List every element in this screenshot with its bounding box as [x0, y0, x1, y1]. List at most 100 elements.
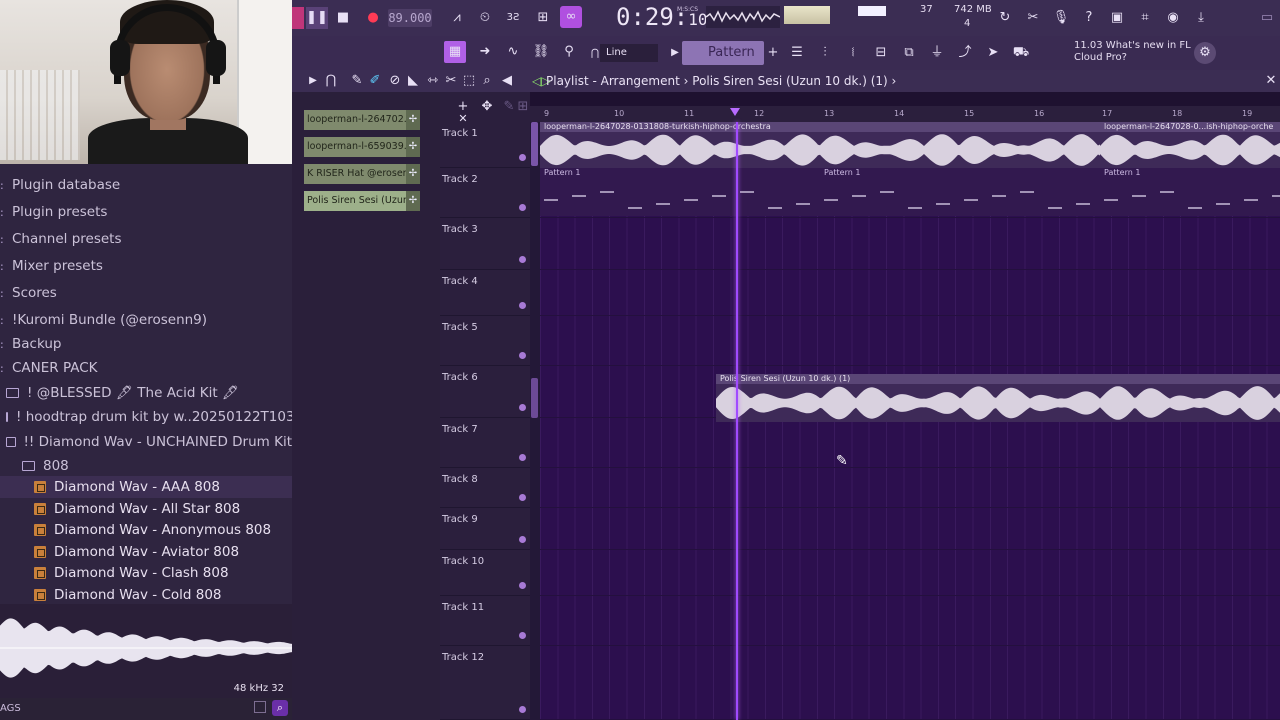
track-header[interactable]: Track 11: [440, 596, 530, 646]
plugin-icon[interactable]: ⌗: [1134, 7, 1156, 29]
record-icon[interactable]: ●: [362, 7, 384, 29]
track-mute-led[interactable]: [519, 536, 526, 543]
playlist-icon[interactable]: ☰: [786, 42, 808, 64]
download-icon[interactable]: ⤓: [1190, 7, 1212, 29]
picker-clip[interactable]: looperman-l-659039... ✢: [304, 137, 420, 157]
pause-icon[interactable]: ❚❚: [306, 7, 328, 29]
browser-item[interactable]: : Plugin presets: [0, 201, 292, 223]
news-panel[interactable]: 11.03 What's new in FL Cloud Pro?: [1074, 40, 1191, 64]
pattern-clip[interactable]: Pattern 1: [1100, 168, 1280, 216]
track-lane[interactable]: [540, 218, 1280, 270]
playhead[interactable]: [736, 122, 738, 720]
templates-icon[interactable]: ⧉: [898, 42, 920, 64]
track-header[interactable]: Track 4: [440, 270, 530, 316]
track-mute-led[interactable]: [519, 154, 526, 161]
browser-item[interactable]: : Backup: [0, 333, 292, 355]
browser-item[interactable]: Diamond Wav - AAA 808: [0, 476, 292, 498]
track-mute-led[interactable]: [519, 204, 526, 211]
paint-icon[interactable]: ✐: [364, 70, 386, 92]
track-lane[interactable]: [540, 270, 1280, 316]
track-mute-led[interactable]: [519, 256, 526, 263]
piano-roll-icon[interactable]: ⫶: [814, 42, 836, 64]
track-lane[interactable]: [540, 468, 1280, 508]
menu-edge[interactable]: [292, 7, 304, 29]
browser-item[interactable]: !! Diamond Wav - UNCHAINED Drum Kit: [0, 431, 292, 453]
track-header[interactable]: Track 7: [440, 418, 530, 468]
step-edit-icon[interactable]: ⊞: [532, 7, 554, 29]
metronome-icon[interactable]: ⩘: [446, 7, 468, 29]
add-pattern-icon[interactable]: +: [762, 42, 784, 64]
wait-input-icon[interactable]: ⏲: [474, 7, 496, 29]
browser-item[interactable]: Diamond Wav - Clash 808: [0, 562, 292, 584]
browser-item[interactable]: ! hoodtrap drum kit by w..20250122T10310…: [0, 406, 292, 428]
news-settings-icon[interactable]: ⚙: [1194, 42, 1216, 64]
audio-clip[interactable]: looperman-l-2647028-0...ish-hiphop-orche: [1100, 122, 1280, 168]
browser-icon[interactable]: ⤴: [954, 42, 976, 64]
track-mute-led[interactable]: [519, 632, 526, 639]
countdown-icon[interactable]: 3Ƨ: [502, 7, 524, 29]
audio-clip[interactable]: Polis Siren Sesi (Uzun 10 dk.) (1): [716, 374, 1280, 422]
track-mute-led[interactable]: [519, 706, 526, 713]
timeline-ruler[interactable]: 9 10 11 12 13 14 15 16 17 18 19: [530, 106, 1280, 122]
playhead-marker[interactable]: [730, 108, 740, 116]
arrangement-grid[interactable]: looperman-l-2647028-0131808-turkish-hiph…: [540, 122, 1280, 720]
close-icon[interactable]: ✕: [1260, 70, 1280, 92]
track-lane[interactable]: [540, 596, 1280, 646]
track-mute-led[interactable]: [519, 582, 526, 589]
track-header[interactable]: Track 3: [440, 218, 530, 270]
picker-clip[interactable]: looperman-l-264702... ✢: [304, 110, 420, 130]
stop-icon[interactable]: ■: [332, 7, 354, 29]
help-icon[interactable]: ?: [1078, 7, 1100, 29]
search-icon[interactable]: ⌕: [272, 700, 288, 716]
browser-item[interactable]: Diamond Wav - Aviator 808: [0, 541, 292, 563]
cut-icon[interactable]: ✂: [1022, 7, 1044, 29]
track-header[interactable]: Track 9: [440, 508, 530, 550]
mute-icon[interactable]: ◣: [402, 70, 424, 92]
track-header[interactable]: Track 10: [440, 550, 530, 596]
view-toggle-icon[interactable]: [254, 701, 266, 713]
vertical-scrollbar[interactable]: [530, 122, 540, 720]
window-controls-icon[interactable]: ▭: [1256, 7, 1278, 29]
track-lane[interactable]: [540, 316, 1280, 366]
track-header[interactable]: Track 12: [440, 646, 530, 720]
track-header[interactable]: Track 1: [440, 122, 530, 168]
browser-item[interactable]: : Channel presets: [0, 228, 292, 250]
track-lane[interactable]: [540, 550, 1280, 596]
track-mute-led[interactable]: [519, 352, 526, 359]
pattern-clip[interactable]: Pattern 1: [540, 168, 820, 216]
playlist-view-icon[interactable]: ▦: [444, 41, 466, 63]
magnet-snap-icon[interactable]: ⋂: [320, 70, 342, 92]
browser-item[interactable]: ! @BLESSED 🖋 The Acid Kit 🖋: [0, 382, 292, 404]
audio-clip[interactable]: looperman-l-2647028-0131808-turkish-hiph…: [540, 122, 1100, 168]
plugin-plug-icon[interactable]: ⏚: [926, 42, 948, 64]
track-lane[interactable]: [540, 418, 1280, 468]
browser-item[interactable]: : CANER PACK: [0, 357, 292, 379]
loop-record-icon[interactable]: ∞: [560, 6, 582, 28]
mixer-icon[interactable]: ⧙: [842, 42, 864, 64]
curve-icon[interactable]: ∿: [502, 41, 524, 63]
chat-icon[interactable]: ◉: [1162, 7, 1184, 29]
scroll-thumb[interactable]: [531, 122, 538, 166]
picker-clip[interactable]: K RISER Hat @erosen... ✢: [304, 164, 420, 184]
pattern-clip[interactable]: Pattern 1: [820, 168, 1100, 216]
mic-icon[interactable]: 🎙: [1050, 7, 1072, 29]
undo-icon[interactable]: ↻: [994, 7, 1016, 29]
snap-selector[interactable]: Line: [600, 44, 658, 62]
volume-meter[interactable]: [784, 6, 830, 24]
picker-clip[interactable]: Polis Siren Sesi (Uzun... ✢: [304, 191, 420, 211]
playback-icon[interactable]: ◀: [496, 70, 518, 92]
browser-item[interactable]: : !Kuromi Bundle (@erosenn9): [0, 309, 292, 331]
track-mute-led[interactable]: [519, 494, 526, 501]
track-mute-led[interactable]: [519, 404, 526, 411]
browser-item[interactable]: Diamond Wav - All Star 808: [0, 498, 292, 520]
track-mute-led[interactable]: [519, 302, 526, 309]
browser-item[interactable]: Diamond Wav - Anonymous 808: [0, 519, 292, 541]
send-icon[interactable]: ➤: [982, 42, 1004, 64]
arrow-right-icon[interactable]: ➜: [474, 41, 496, 63]
track-lane[interactable]: [540, 646, 1280, 720]
tempo-display[interactable]: 89.000: [388, 9, 432, 27]
browser-item[interactable]: 808: [0, 455, 292, 477]
tags-label[interactable]: AGS: [0, 703, 21, 714]
track-header[interactable]: Track 6: [440, 366, 530, 418]
pattern-selector[interactable]: Pattern 1: [682, 41, 764, 84]
